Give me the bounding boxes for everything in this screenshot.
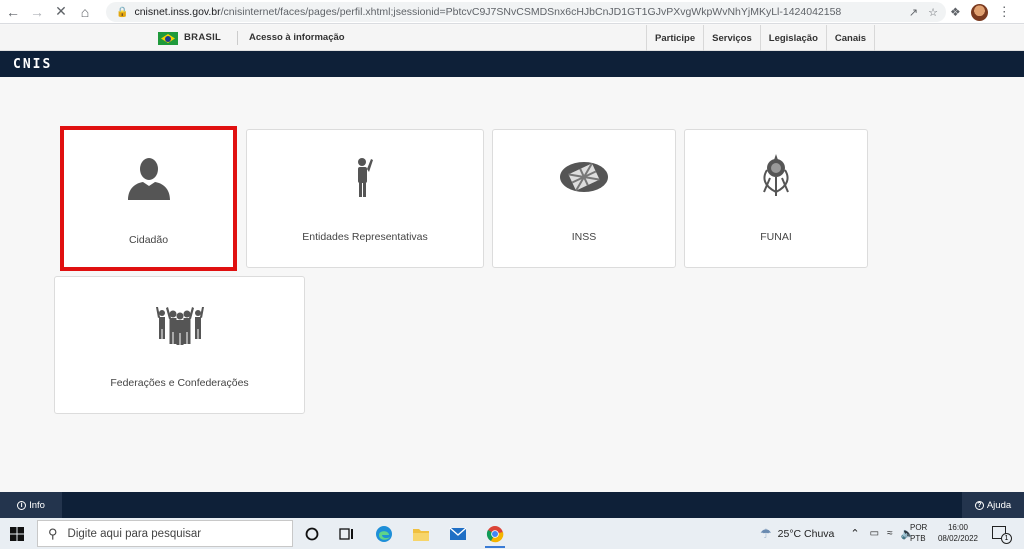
inss-logo-icon <box>493 160 675 194</box>
notification-count-badge: 1 <box>1001 533 1012 544</box>
weather-text[interactable]: 25°C Chuva <box>778 528 835 540</box>
info-button[interactable]: i Info <box>0 492 62 518</box>
lang-bottom: PTB <box>910 534 926 543</box>
stop-loading-icon[interactable]: ✕ <box>50 1 72 23</box>
clock[interactable]: 16:00 08/02/2022 <box>936 522 980 544</box>
funai-emblem-icon <box>685 152 867 198</box>
divider <box>237 31 238 45</box>
gov-link-canais[interactable]: Canais <box>825 25 876 51</box>
gov-link-legislacao[interactable]: Legislação <box>759 25 826 51</box>
search-icon: ⚲ <box>48 525 58 541</box>
profile-selection: Cidadão Entidades Representativas INSS F… <box>0 77 1024 492</box>
lock-icon: 🔒 <box>116 6 129 18</box>
chrome-browser-icon[interactable] <box>485 524 505 548</box>
mail-icon[interactable] <box>448 524 468 544</box>
bookmark-star-icon[interactable]: ☆ <box>928 6 938 19</box>
profile-label: Federações e Confederações <box>110 377 249 389</box>
address-bar[interactable]: 🔒 cnisnet.inss.gov.br/cnisinternet/faces… <box>106 2 946 22</box>
profile-card-funai[interactable]: FUNAI <box>684 129 868 268</box>
weather-rain-icon[interactable]: ☂ <box>760 526 772 542</box>
gov-link-servicos[interactable]: Serviços <box>703 25 760 51</box>
raised-hand-person-icon <box>247 156 483 198</box>
task-view-icon[interactable] <box>337 524 357 544</box>
browser-menu-icon[interactable]: ⋮ <box>998 4 1011 20</box>
info-label: Info <box>29 499 45 511</box>
brasil-link[interactable]: BRASIL <box>184 32 221 43</box>
battery-icon[interactable]: ▭ <box>870 528 879 539</box>
clock-time: 16:00 <box>947 523 969 532</box>
active-app-indicator <box>485 546 505 548</box>
profile-label: INSS <box>571 231 597 243</box>
profile-avatar[interactable] <box>970 3 988 21</box>
browser-toolbar: ← → ✕ ⌂ 🔒 cnisnet.inss.gov.br/cnisintern… <box>0 0 1024 24</box>
ajuda-label: Ajuda <box>986 499 1012 511</box>
profile-card-entidades[interactable]: Entidades Representativas <box>246 129 484 268</box>
share-icon[interactable]: ↗ <box>909 6 918 19</box>
url-host: cnisnet.inss.gov.br <box>134 6 221 18</box>
help-icon: ? <box>974 500 984 510</box>
cnis-logo[interactable]: CNIS <box>13 57 52 72</box>
extensions-puzzle-icon[interactable]: ❖ <box>950 5 961 19</box>
user-silhouette-icon <box>64 156 233 200</box>
taskbar-search-input[interactable]: ⚲ Digite aqui para pesquisar <box>37 520 293 547</box>
profile-label: FUNAI <box>760 231 792 243</box>
profile-label: Cidadão <box>128 234 169 246</box>
gov-link-participe[interactable]: Participe <box>646 25 703 51</box>
acesso-informacao-link[interactable]: Acesso à informação <box>249 32 345 43</box>
edge-browser-icon[interactable] <box>374 524 394 544</box>
home-icon[interactable]: ⌂ <box>74 1 96 23</box>
profile-card-federacoes[interactable]: Federações e Confederações <box>54 276 305 414</box>
back-arrow-icon[interactable]: ← <box>2 1 24 23</box>
app-footer: i Info ? Ajuda <box>0 492 1024 518</box>
gov-links: Participe Serviços Legislação Canais <box>646 25 876 51</box>
forward-arrow-icon[interactable]: → <box>26 1 48 23</box>
tray-chevron-up-icon[interactable]: ⌃ <box>850 527 859 540</box>
windows-start-icon[interactable] <box>10 527 24 541</box>
system-tray: ☂ 25°C Chuva ⌃ ▭ ≈ 🔈 <box>760 518 914 549</box>
lang-top: POR <box>910 523 928 532</box>
brazil-flag-icon <box>158 32 178 45</box>
ajuda-button[interactable]: ? Ajuda <box>962 492 1024 518</box>
wifi-icon[interactable]: ≈ <box>887 528 893 539</box>
file-explorer-icon[interactable] <box>411 524 431 544</box>
info-icon: i <box>17 500 27 510</box>
profile-card-cidadao[interactable]: Cidadão <box>60 126 237 271</box>
windows-taskbar: ⚲ Digite aqui para pesquisar ☂ 25°C Chuv… <box>0 518 1024 549</box>
search-placeholder: Digite aqui para pesquisar <box>67 527 202 540</box>
profile-label: Entidades Representativas <box>302 231 428 243</box>
cortana-icon[interactable] <box>302 524 322 544</box>
url-path: /cnisinternet/faces/pages/perfil.xhtml;j… <box>220 6 842 18</box>
language-indicator[interactable]: POR PTB <box>910 522 927 544</box>
app-header: CNIS <box>0 51 1024 77</box>
gov-bar: BRASIL Acesso à informação Participe Ser… <box>0 25 1024 51</box>
group-raised-hands-icon <box>55 303 304 345</box>
profile-card-inss[interactable]: INSS <box>492 129 676 268</box>
clock-date: 08/02/2022 <box>937 534 979 543</box>
